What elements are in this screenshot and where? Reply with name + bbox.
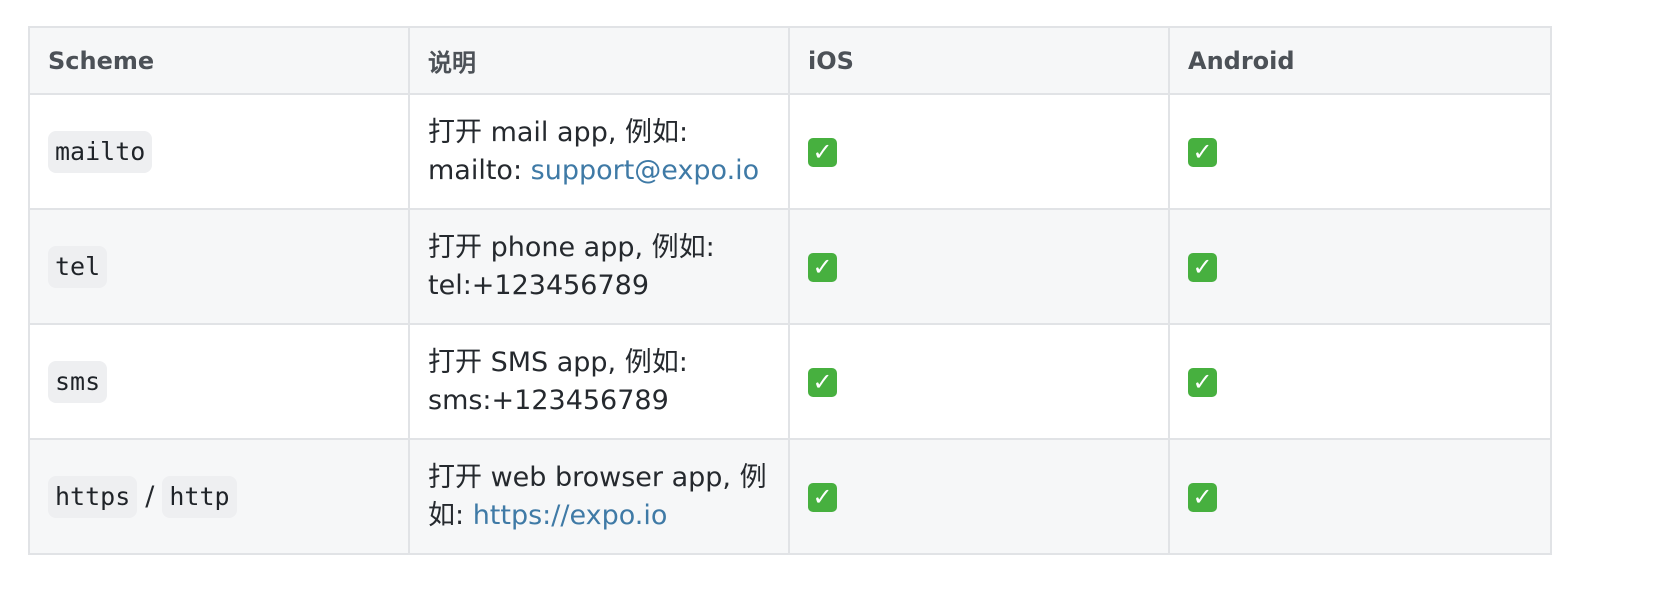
description-link[interactable]: https://expo.io — [473, 500, 668, 531]
header-android: Android — [1168, 26, 1552, 95]
check-mark-icon: ✓ — [808, 252, 837, 282]
header-description: 说明 — [408, 26, 790, 95]
header-scheme: Scheme — [28, 26, 410, 95]
scheme-code: mailto — [48, 130, 153, 173]
table-row: https / http 打开 web browser app, 例如: https… — [28, 438, 1552, 555]
description-text: 打开 phone app, 例如: tel:+123456789 — [428, 231, 715, 301]
cell-scheme: mailto — [28, 93, 410, 210]
cell-ios: ✓ — [788, 208, 1170, 325]
check-mark-icon: ✓ — [808, 367, 837, 397]
scheme-code: http — [162, 475, 237, 518]
cell-android: ✓ — [1168, 208, 1552, 325]
cell-ios: ✓ — [788, 438, 1170, 555]
cell-description: 打开 SMS app, 例如: sms:+123456789 — [408, 323, 790, 440]
table-header-row: Scheme 说明 iOS Android — [28, 26, 1552, 95]
description-text: 打开 SMS app, 例如: sms:+123456789 — [428, 346, 688, 416]
cell-scheme: https / http — [28, 438, 410, 555]
header-ios: iOS — [788, 26, 1170, 95]
check-mark-icon: ✓ — [808, 482, 837, 512]
cell-ios: ✓ — [788, 323, 1170, 440]
cell-scheme: tel — [28, 208, 410, 325]
cell-android: ✓ — [1168, 93, 1552, 210]
cell-android: ✓ — [1168, 438, 1552, 555]
cell-ios: ✓ — [788, 93, 1170, 210]
scheme-separator: / — [145, 480, 155, 512]
scheme-code: https — [48, 475, 138, 518]
description-link[interactable]: support@expo.io — [531, 155, 760, 186]
url-scheme-table: Scheme 说明 iOS Android mailto 打开 mail app… — [28, 26, 1552, 555]
scheme-code: sms — [48, 360, 108, 403]
cell-description: 打开 phone app, 例如: tel:+123456789 — [408, 208, 790, 325]
table-row: sms 打开 SMS app, 例如: sms:+123456789 ✓ ✓ — [28, 323, 1552, 440]
check-mark-icon: ✓ — [1188, 367, 1217, 397]
cell-scheme: sms — [28, 323, 410, 440]
table-row: mailto 打开 mail app, 例如: mailto: support@… — [28, 93, 1552, 210]
url-scheme-table-wrapper: Scheme 说明 iOS Android mailto 打开 mail app… — [28, 26, 1552, 555]
check-mark-icon: ✓ — [808, 137, 837, 167]
scheme-code: tel — [48, 245, 108, 288]
cell-description: 打开 mail app, 例如: mailto: support@expo.io — [408, 93, 790, 210]
check-mark-icon: ✓ — [1188, 137, 1217, 167]
cell-android: ✓ — [1168, 323, 1552, 440]
table-row: tel 打开 phone app, 例如: tel:+123456789 ✓ ✓ — [28, 208, 1552, 325]
check-mark-icon: ✓ — [1188, 252, 1217, 282]
check-mark-icon: ✓ — [1188, 482, 1217, 512]
cell-description: 打开 web browser app, 例如: https://expo.io — [408, 438, 790, 555]
